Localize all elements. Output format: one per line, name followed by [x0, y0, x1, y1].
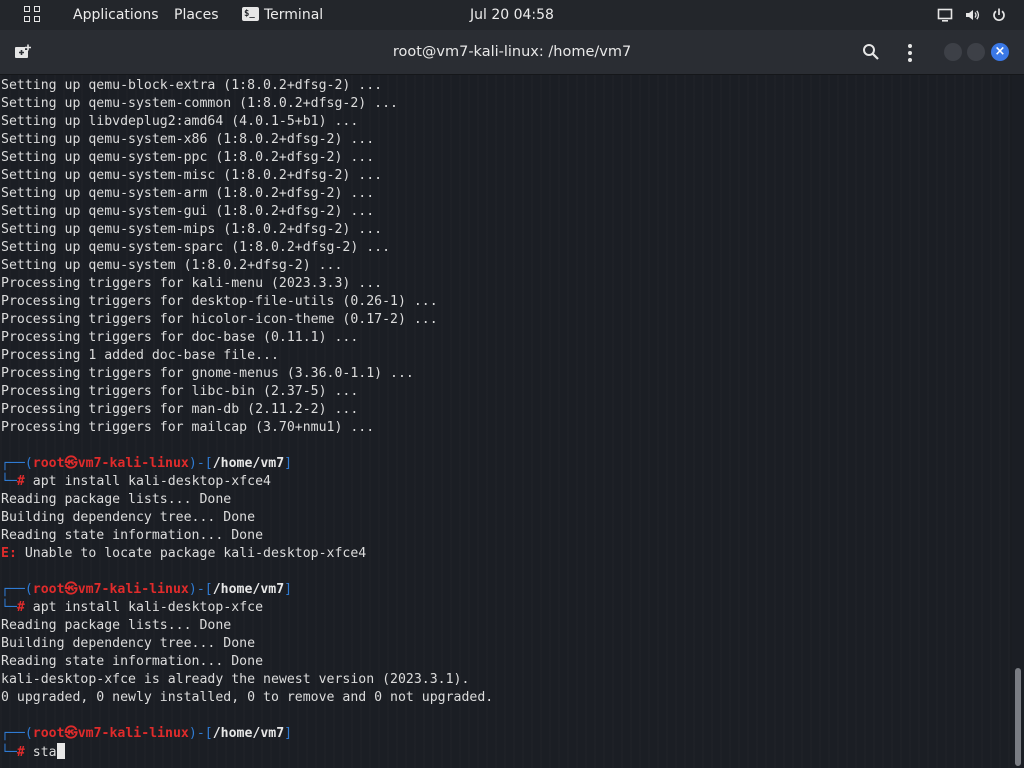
output-line: Processing triggers for man-db (2.11.2-2…	[1, 402, 359, 417]
kebab-menu-icon[interactable]	[906, 42, 914, 62]
prompt-user: root	[32, 456, 65, 471]
current-input[interactable]: sta	[33, 745, 57, 760]
output-line: Building dependency tree... Done	[1, 636, 256, 651]
prompt-symbol: #	[16, 745, 25, 760]
places-menu[interactable]: Places	[174, 0, 219, 30]
text-cursor	[56, 743, 65, 759]
command-text: apt install kali-desktop-xfce4	[32, 474, 271, 489]
display-icon[interactable]	[937, 7, 953, 23]
output-line: Setting up qemu-system-gui (1:8.0.2+dfsg…	[1, 204, 375, 219]
prompt-dir: /home/vm7	[212, 582, 285, 597]
scrollbar-thumb[interactable]	[1015, 668, 1021, 766]
prompt-header: ┌──(root㉿vm7-kali-linux)-[/home/vm7]	[1, 456, 293, 471]
prompt-at: ㉿	[64, 726, 78, 741]
output-line: Reading package lists... Done	[1, 492, 232, 507]
output-line: Reading state information... Done	[1, 528, 264, 543]
prompt-dir: /home/vm7	[212, 456, 285, 471]
output-line: Setting up qemu-block-extra (1:8.0.2+dfs…	[1, 78, 383, 93]
output-line: Processing triggers for desktop-file-uti…	[1, 294, 438, 309]
applications-menu[interactable]: Applications	[73, 0, 159, 30]
prompt-symbol: #	[16, 474, 25, 489]
prompt-host: vm7-kali-linux	[77, 456, 189, 471]
output-line: Setting up qemu-system-arm (1:8.0.2+dfsg…	[1, 186, 375, 201]
current-command-line[interactable]: └─# sta	[0, 743, 1010, 761]
volume-icon[interactable]	[964, 7, 980, 23]
top-panel: Applications Places $_ Terminal Jul 20 0…	[0, 0, 1024, 30]
output-line: Processing triggers for hicolor-icon-the…	[1, 312, 438, 327]
output-line: Setting up qemu-system-x86 (1:8.0.2+dfsg…	[1, 132, 375, 147]
prompt-at: ㉿	[64, 582, 78, 597]
prompt-dir: /home/vm7	[212, 726, 285, 741]
output-line: Processing triggers for gnome-menus (3.3…	[1, 366, 414, 381]
output-line: Setting up qemu-system-sparc (1:8.0.2+df…	[1, 240, 391, 255]
output-line: Processing 1 added doc-base file...	[1, 348, 279, 363]
output-line: kali-desktop-xfce is already the newest …	[1, 672, 470, 687]
command-text: apt install kali-desktop-xfce	[32, 600, 264, 615]
prompt-symbol: #	[16, 600, 25, 615]
output-line: Setting up qemu-system-mips (1:8.0.2+dfs…	[1, 222, 383, 237]
command-line: └─# apt install kali-desktop-xfce	[1, 600, 264, 615]
prompt-host: vm7-kali-linux	[77, 582, 189, 597]
prompt-user: root	[32, 726, 65, 741]
prompt-user: root	[32, 582, 65, 597]
terminal-scrollbar[interactable]	[1012, 75, 1024, 768]
terminal-app-icon: $_	[242, 7, 259, 21]
output-line: Reading state information... Done	[1, 654, 264, 669]
output-line: Processing triggers for doc-base (0.11.1…	[1, 330, 359, 345]
prompt-header: ┌──(root㉿vm7-kali-linux)-[/home/vm7]	[1, 726, 293, 741]
output-line: Setting up libvdeplug2:amd64 (4.0.1-5+b1…	[1, 114, 359, 129]
output-line: Building dependency tree... Done	[1, 510, 256, 525]
terminal-app-menu[interactable]: Terminal	[264, 0, 323, 30]
close-icon: ×	[994, 44, 1006, 59]
search-icon[interactable]	[862, 43, 880, 61]
command-line: └─# apt install kali-desktop-xfce4	[1, 474, 271, 489]
error-line: E: Unable to locate package kali-desktop…	[0, 545, 1010, 563]
prompt-at: ㉿	[64, 456, 78, 471]
output-line: Setting up qemu-system-common (1:8.0.2+d…	[1, 96, 398, 111]
output-line: Processing triggers for kali-menu (2023.…	[1, 276, 383, 291]
activities-grid-icon[interactable]	[24, 6, 42, 24]
output-line: Setting up qemu-system-misc (1:8.0.2+dfs…	[1, 168, 383, 183]
output-line: Processing triggers for mailcap (3.70+nm…	[1, 420, 375, 435]
output-line: 0 upgraded, 0 newly installed, 0 to remo…	[1, 690, 494, 705]
error-message: Unable to locate package kali-desktop-xf…	[24, 546, 367, 561]
minimize-button[interactable]	[944, 43, 962, 61]
output-line: Setting up qemu-system-ppc (1:8.0.2+dfsg…	[1, 150, 375, 165]
output-line: Reading package lists... Done	[1, 618, 232, 633]
maximize-button[interactable]	[967, 43, 985, 61]
terminal-headerbar: root@vm7-kali-linux: /home/vm7 ×	[0, 30, 1024, 75]
output-line: Setting up qemu-system (1:8.0.2+dfsg-2) …	[1, 258, 343, 273]
terminal-output[interactable]: Setting up qemu-block-extra (1:8.0.2+dfs…	[0, 75, 1010, 768]
clock[interactable]: Jul 20 04:58	[470, 7, 554, 23]
prompt-header: ┌──(root㉿vm7-kali-linux)-[/home/vm7]	[1, 582, 293, 597]
error-prefix: E:	[1, 546, 17, 561]
prompt-host: vm7-kali-linux	[77, 726, 189, 741]
output-line: Processing triggers for libc-bin (2.37-5…	[1, 384, 359, 399]
close-button[interactable]: ×	[991, 43, 1009, 61]
power-icon[interactable]	[991, 7, 1007, 23]
